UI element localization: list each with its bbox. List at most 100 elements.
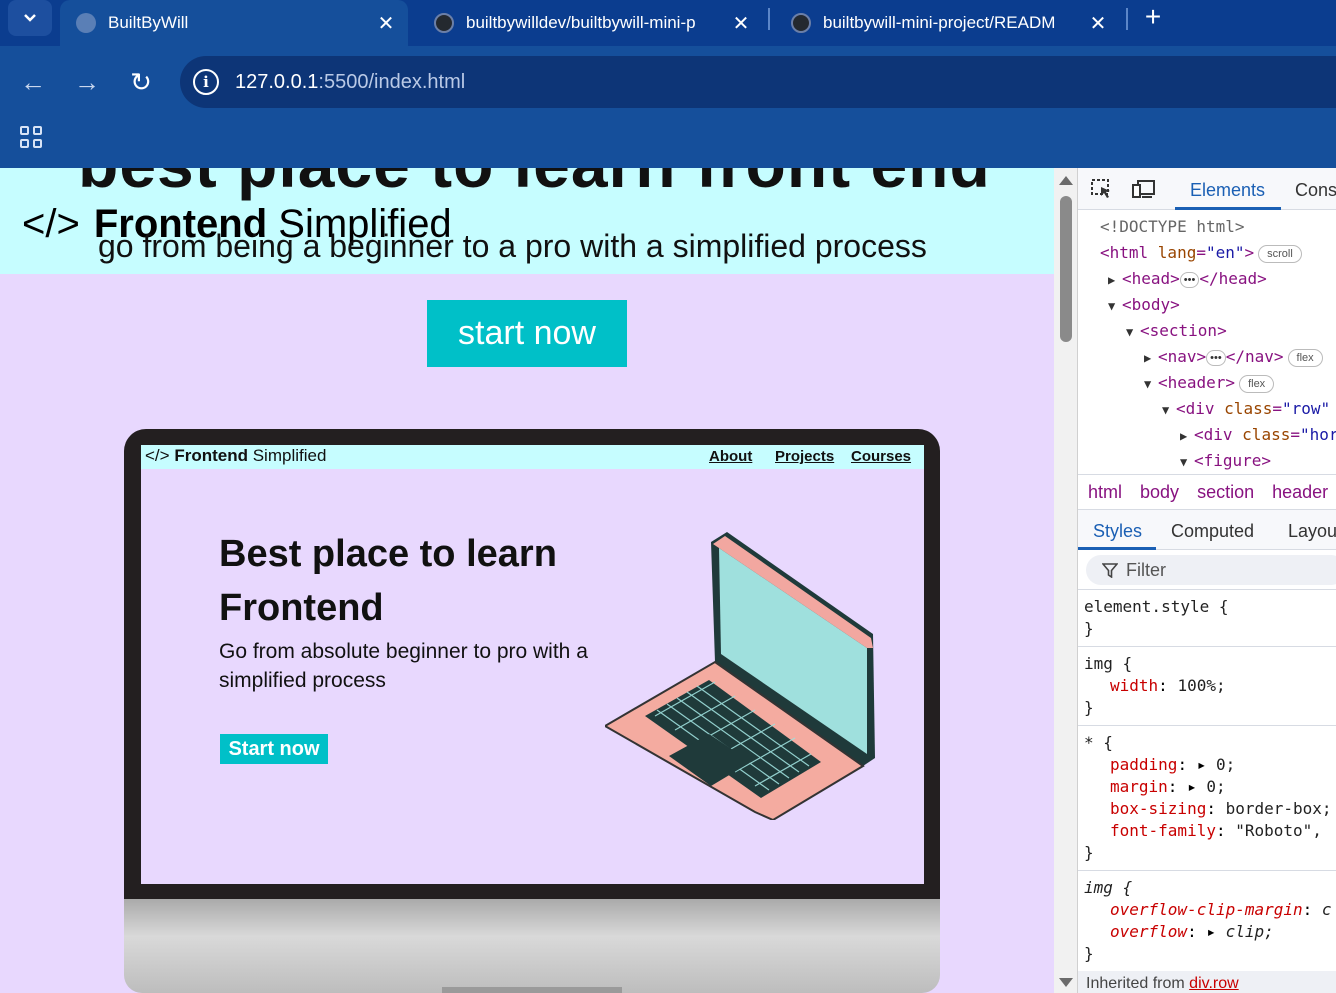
dom-tree: <!DOCTYPE html> <html lang="en"> scroll ▶…: [1078, 214, 1336, 474]
scroll-up-icon[interactable]: [1059, 176, 1073, 185]
style-property[interactable]: padding: ▸ 0;: [1084, 754, 1336, 776]
code-icon: </>: [22, 202, 80, 246]
breadcrumb-header[interactable]: header: [1272, 482, 1328, 502]
device-toolbar-icon[interactable]: [1132, 178, 1156, 200]
screen-start-button: Start now: [220, 734, 328, 764]
dom-node-header[interactable]: ▼ <header> flex: [1078, 370, 1336, 396]
close-icon[interactable]: ✕: [1086, 11, 1110, 36]
tag-text: <figure>: [1194, 451, 1272, 470]
rule-close: }: [1084, 698, 1094, 717]
tab-github-readme[interactable]: builtbywill-mini-project/READM ✕: [775, 0, 1120, 46]
property-value: c: [1321, 900, 1332, 919]
style-rule-img-useragent[interactable]: img { overflow-clip-margin: c overflow: …: [1078, 870, 1336, 971]
style-rule-img[interactable]: img { width: 100%; }: [1078, 646, 1336, 725]
tab-search-button[interactable]: [8, 0, 52, 36]
dom-node-div-hor[interactable]: ▶ <div class="hor: [1078, 422, 1336, 448]
breadcrumb-body[interactable]: body: [1140, 482, 1179, 502]
hero-heading: best place to learn front end: [78, 168, 991, 202]
style-rule-universal[interactable]: * { padding: ▸ 0; margin: ▸ 0; box-sizin…: [1078, 725, 1336, 870]
style-property: overflow-clip-margin: c: [1110, 900, 1332, 919]
scroll-badge[interactable]: scroll: [1258, 244, 1302, 263]
start-now-button[interactable]: start now: [427, 300, 627, 367]
style-property: overflow: ▸ clip;: [1110, 922, 1274, 941]
dom-node-doctype[interactable]: <!DOCTYPE html>: [1078, 214, 1336, 240]
tab-styles[interactable]: Styles: [1093, 521, 1142, 542]
screen-logo: </> Frontend Simplified: [145, 446, 326, 466]
dom-node-html[interactable]: <html lang="en"> scroll: [1078, 240, 1336, 266]
style-property[interactable]: font-family: "Roboto",: [1084, 820, 1336, 842]
collapse-triangle-icon[interactable]: ▼: [1162, 397, 1176, 423]
style-property[interactable]: width: 100%;: [1084, 675, 1336, 697]
back-button[interactable]: ←: [17, 66, 49, 98]
breadcrumb-html[interactable]: html: [1088, 482, 1122, 502]
expand-triangle-icon[interactable]: ▶: [1180, 423, 1194, 449]
property-value: "Roboto",: [1235, 821, 1322, 840]
collapse-triangle-icon[interactable]: ▼: [1126, 319, 1140, 345]
scrollbar-thumb[interactable]: [1060, 196, 1072, 342]
code-icon: </>: [145, 446, 170, 465]
tab-builtbywill[interactable]: BuiltByWill ✕: [60, 0, 408, 46]
tag-text: </head>: [1199, 269, 1267, 288]
dom-node-div-row[interactable]: ▼ <div class="row": [1078, 396, 1336, 422]
doctype-text: <!DOCTYPE html>: [1100, 217, 1245, 236]
dom-node-nav[interactable]: ▶ <nav> ••• </nav> flex: [1078, 344, 1336, 370]
inherited-target-link[interactable]: div.row: [1189, 975, 1239, 992]
collapse-triangle-icon[interactable]: ▼: [1180, 449, 1194, 475]
style-rule-element[interactable]: element.style { }: [1078, 589, 1336, 646]
rule-close: }: [1084, 944, 1094, 963]
new-tab-button[interactable]: +: [1140, 2, 1166, 32]
dom-node-section[interactable]: ▼ <section>: [1078, 318, 1336, 344]
screen-link-courses: Courses: [851, 448, 912, 465]
apps-grid-icon[interactable]: [20, 126, 42, 148]
rule-close: }: [1084, 619, 1094, 638]
rule-selector: * {: [1084, 733, 1113, 752]
expand-triangle-icon[interactable]: ▸: [1187, 777, 1197, 796]
globe-icon: [76, 13, 96, 33]
flex-badge[interactable]: flex: [1287, 348, 1323, 367]
styles-filter-input[interactable]: Filter: [1086, 555, 1336, 585]
dom-node-figure[interactable]: ▼ <figure>: [1078, 448, 1336, 474]
site-info-icon[interactable]: i: [193, 69, 219, 95]
inspect-element-icon[interactable]: [1090, 178, 1114, 200]
screen-link-projects: Projects: [775, 448, 835, 465]
dom-node-body[interactable]: ▼ <body>: [1078, 292, 1336, 318]
close-icon[interactable]: ✕: [729, 11, 753, 36]
collapse-triangle-icon[interactable]: ▼: [1108, 293, 1122, 319]
ellipsis-icon[interactable]: •••: [1179, 271, 1200, 288]
screen-navbar: </> Frontend Simplified About Projects C…: [141, 445, 924, 469]
attr-text: lang: [1157, 243, 1197, 262]
monitor-screen: </> Frontend Simplified About Projects C…: [141, 445, 924, 884]
forward-button[interactable]: →: [71, 66, 103, 98]
address-bar[interactable]: i 127.0.0.1:5500/index.html: [180, 56, 1336, 108]
flex-badge[interactable]: flex: [1239, 374, 1275, 393]
tab-computed[interactable]: Computed: [1171, 521, 1254, 542]
tag-text: <html: [1100, 243, 1158, 262]
expand-triangle-icon[interactable]: ▸: [1206, 922, 1216, 941]
tag-text: <div: [1176, 399, 1225, 418]
reload-button[interactable]: ↻: [125, 66, 157, 98]
ellipsis-icon[interactable]: •••: [1206, 349, 1226, 366]
dom-node-head[interactable]: ▶ <head> ••• </head>: [1078, 266, 1336, 292]
expand-triangle-icon[interactable]: ▸: [1197, 755, 1207, 774]
property-value: 100%;: [1177, 676, 1226, 695]
github-icon: [791, 13, 811, 33]
breadcrumb-section[interactable]: section: [1197, 482, 1254, 502]
expand-triangle-icon[interactable]: ▶: [1144, 345, 1158, 371]
tab-elements[interactable]: Elements: [1190, 180, 1265, 201]
style-property[interactable]: box-sizing: border-box;: [1084, 798, 1336, 820]
tab-console[interactable]: Cons: [1295, 180, 1336, 201]
tab-layout[interactable]: Layou: [1288, 521, 1336, 542]
attr-text: class: [1242, 425, 1291, 444]
page-scrollbar[interactable]: [1054, 168, 1078, 993]
collapse-triangle-icon[interactable]: ▼: [1144, 371, 1158, 397]
tab-github-repo[interactable]: builtbywilldev/builtbywill-mini-p ✕: [418, 0, 763, 46]
tag-text: <header>: [1158, 373, 1236, 392]
close-icon[interactable]: ✕: [374, 11, 398, 36]
expand-triangle-icon[interactable]: ▶: [1108, 267, 1122, 293]
tag-text: <section>: [1140, 321, 1227, 340]
scroll-down-icon[interactable]: [1059, 978, 1073, 987]
breadcrumb: html body section header: [1078, 474, 1336, 510]
style-property[interactable]: margin: ▸ 0;: [1084, 776, 1336, 798]
screen-logo-bold: Frontend: [174, 446, 248, 465]
screen-logo-light: Simplified: [252, 446, 327, 465]
